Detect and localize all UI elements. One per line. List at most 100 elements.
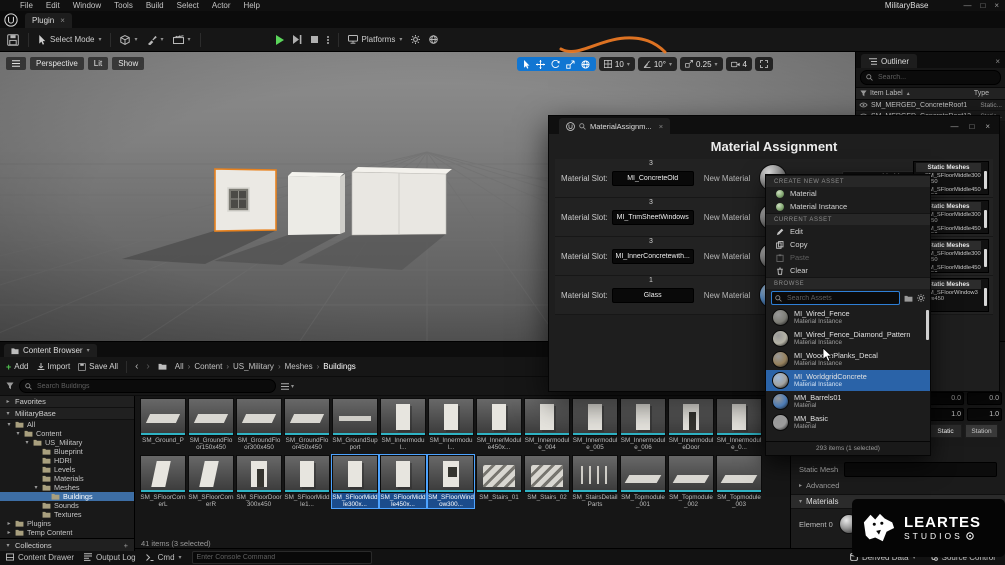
breadcrumb-item[interactable]: Content <box>194 362 222 371</box>
tab-outliner[interactable]: Outliner <box>861 54 918 68</box>
column-type[interactable]: Type <box>974 90 1001 97</box>
dialog-titlebar[interactable]: MaterialAssignm... × — □ × <box>549 116 999 134</box>
favorites-header[interactable]: ▸ Favorites <box>0 396 134 408</box>
scrollbar[interactable] <box>984 249 987 267</box>
material-slot-name-input[interactable] <box>611 287 694 303</box>
outliner-search-input[interactable] <box>876 73 995 82</box>
lit-dropdown[interactable]: Lit <box>87 57 109 70</box>
folder-buildings[interactable]: Buildings <box>0 492 134 501</box>
close-icon[interactable]: × <box>659 122 663 131</box>
menu-item-material-instance[interactable]: Material Instance <box>766 200 930 213</box>
folder-all[interactable]: ▾ All <box>0 420 134 429</box>
rotate-tool-icon[interactable] <box>551 59 560 69</box>
asset-tile[interactable]: SM_Ground_P <box>140 398 186 451</box>
folder-levels[interactable]: Levels <box>0 465 134 474</box>
asset-option[interactable]: MI_WorldgridConcrete Material Instance <box>766 370 930 391</box>
menu-help[interactable]: Help <box>244 1 260 10</box>
detail-value-input[interactable] <box>967 408 1002 421</box>
select-mode-dropdown[interactable]: Select Mode ▾ <box>38 34 101 45</box>
asset-tile[interactable]: SM_SFloorDoor300x450 <box>236 455 282 508</box>
caret-icon[interactable]: ▾ <box>15 430 21 437</box>
play-options-kebab-icon[interactable] <box>326 35 329 45</box>
paint-brush-button[interactable]: ▾ <box>147 35 164 45</box>
material-slot-name-input[interactable] <box>611 209 694 225</box>
close-icon[interactable]: × <box>994 1 999 10</box>
asset-tile[interactable]: SM_SFloorCornerR <box>188 455 234 508</box>
save-all-button[interactable]: Save All <box>78 362 118 371</box>
asset-tile[interactable]: SM_Innermodule_0... <box>716 398 762 451</box>
asset-tile[interactable]: SM_Stairs_01 <box>476 455 522 508</box>
folder-textures[interactable]: Textures <box>0 510 134 519</box>
asset-tile[interactable]: SM_Topmodule_001 <box>620 455 666 508</box>
asset-tile[interactable]: SM_Innermodule_005 <box>572 398 618 451</box>
asset-option[interactable]: MM_Basic Material <box>766 412 930 433</box>
scale-tool-icon[interactable] <box>566 59 575 69</box>
folder-hdri[interactable]: HDRI <box>0 456 134 465</box>
asset-tile[interactable]: SM_Topmodule_003 <box>716 455 762 508</box>
scale-snap-control[interactable]: 0.25 ▾ <box>679 57 723 71</box>
move-tool-icon[interactable] <box>535 59 545 69</box>
menu-select[interactable]: Select <box>177 1 199 10</box>
asset-option[interactable]: MI_Wired_Fence_Diamond_Pattern Material I… <box>766 328 930 349</box>
breadcrumb-item[interactable]: Meshes <box>285 362 313 371</box>
folder-blueprint[interactable]: Blueprint <box>0 447 134 456</box>
project-header[interactable]: ▾ MilitaryBase <box>0 408 134 420</box>
menu-item-copy[interactable]: Copy <box>766 238 930 251</box>
breadcrumb-item[interactable]: All <box>175 362 184 371</box>
asset-tile[interactable]: SM_SFloorMiddle300x... <box>331 454 379 509</box>
menu-item-paste[interactable]: Paste <box>766 251 930 264</box>
folder-meshes[interactable]: ▾ Meshes <box>0 483 134 492</box>
breadcrumb-item[interactable]: US_Military <box>233 362 274 371</box>
outliner-row[interactable]: SM_MERGED_ConcreteRoof1 Static... <box>856 100 1005 111</box>
material-slot-name-input[interactable] <box>611 248 694 264</box>
content-drawer-button[interactable]: Content Drawer <box>6 553 74 562</box>
caret-icon[interactable]: ▾ <box>24 439 30 446</box>
add-collection-icon[interactable]: + <box>124 541 134 550</box>
column-item-label[interactable]: Item Label <box>870 90 903 97</box>
menu-actor[interactable]: Actor <box>212 1 231 10</box>
advanced-expander[interactable]: ▸ Advanced <box>799 481 839 490</box>
mobility-static-button[interactable]: Static <box>929 424 962 438</box>
minimize-icon[interactable]: — <box>963 1 971 10</box>
platforms-dropdown[interactable]: Platforms ▾ <box>347 35 402 44</box>
material-slot-name-input[interactable] <box>611 170 694 186</box>
menu-item-material[interactable]: Material <box>766 187 930 200</box>
breadcrumb-item[interactable]: Buildings <box>323 362 355 371</box>
camera-speed-control[interactable]: 4 <box>725 57 752 71</box>
cmd-selector[interactable]: Cmd ▾ <box>145 553 182 562</box>
menu-file[interactable]: File <box>20 1 33 10</box>
caret-icon[interactable]: ▸ <box>6 520 12 527</box>
import-button[interactable]: Import <box>37 362 70 371</box>
save-icon[interactable] <box>7 33 19 46</box>
scrollbar[interactable] <box>926 310 929 340</box>
close-icon[interactable]: × <box>990 57 1005 68</box>
static-mesh-value-box[interactable] <box>844 462 997 477</box>
caret-icon[interactable]: ▾ <box>6 421 12 428</box>
asset-tile[interactable]: SM_InnerModule450x... <box>476 398 522 451</box>
select-tool-icon[interactable] <box>523 59 530 69</box>
close-icon[interactable]: × <box>60 16 65 25</box>
asset-tile[interactable]: SM_Stairs_02 <box>524 455 570 508</box>
minimize-icon[interactable]: — <box>950 122 958 131</box>
maximize-icon[interactable]: □ <box>980 1 985 10</box>
play-button[interactable] <box>275 34 284 45</box>
menu-edit[interactable]: Edit <box>46 1 60 10</box>
folder-temp-content[interactable]: ▸ Temp Content <box>0 528 134 537</box>
collections-header[interactable]: ▾ Collections + <box>0 538 134 551</box>
world-space-icon[interactable] <box>581 59 590 69</box>
browse-to-asset-icon[interactable] <box>904 295 913 302</box>
maximize-viewport-icon[interactable] <box>755 57 773 71</box>
console-command-input[interactable] <box>191 550 372 564</box>
show-dropdown[interactable]: Show <box>112 57 145 70</box>
scrollbar[interactable] <box>984 171 987 189</box>
asset-tile[interactable]: SM_Topmodule_002 <box>668 455 714 508</box>
menu-tools[interactable]: Tools <box>114 1 133 10</box>
back-icon[interactable]: ‹ <box>135 361 138 372</box>
add-button[interactable]: + Add <box>6 362 29 372</box>
caret-icon[interactable]: ▸ <box>6 529 12 536</box>
menu-window[interactable]: Window <box>73 1 101 10</box>
tab-content-browser[interactable]: Content Browser ▾ <box>4 344 97 357</box>
visibility-eye-icon[interactable] <box>859 102 868 108</box>
grid-snap-control[interactable]: 10 ▾ <box>598 57 635 71</box>
mobility-station-button[interactable]: Station <box>965 424 998 438</box>
